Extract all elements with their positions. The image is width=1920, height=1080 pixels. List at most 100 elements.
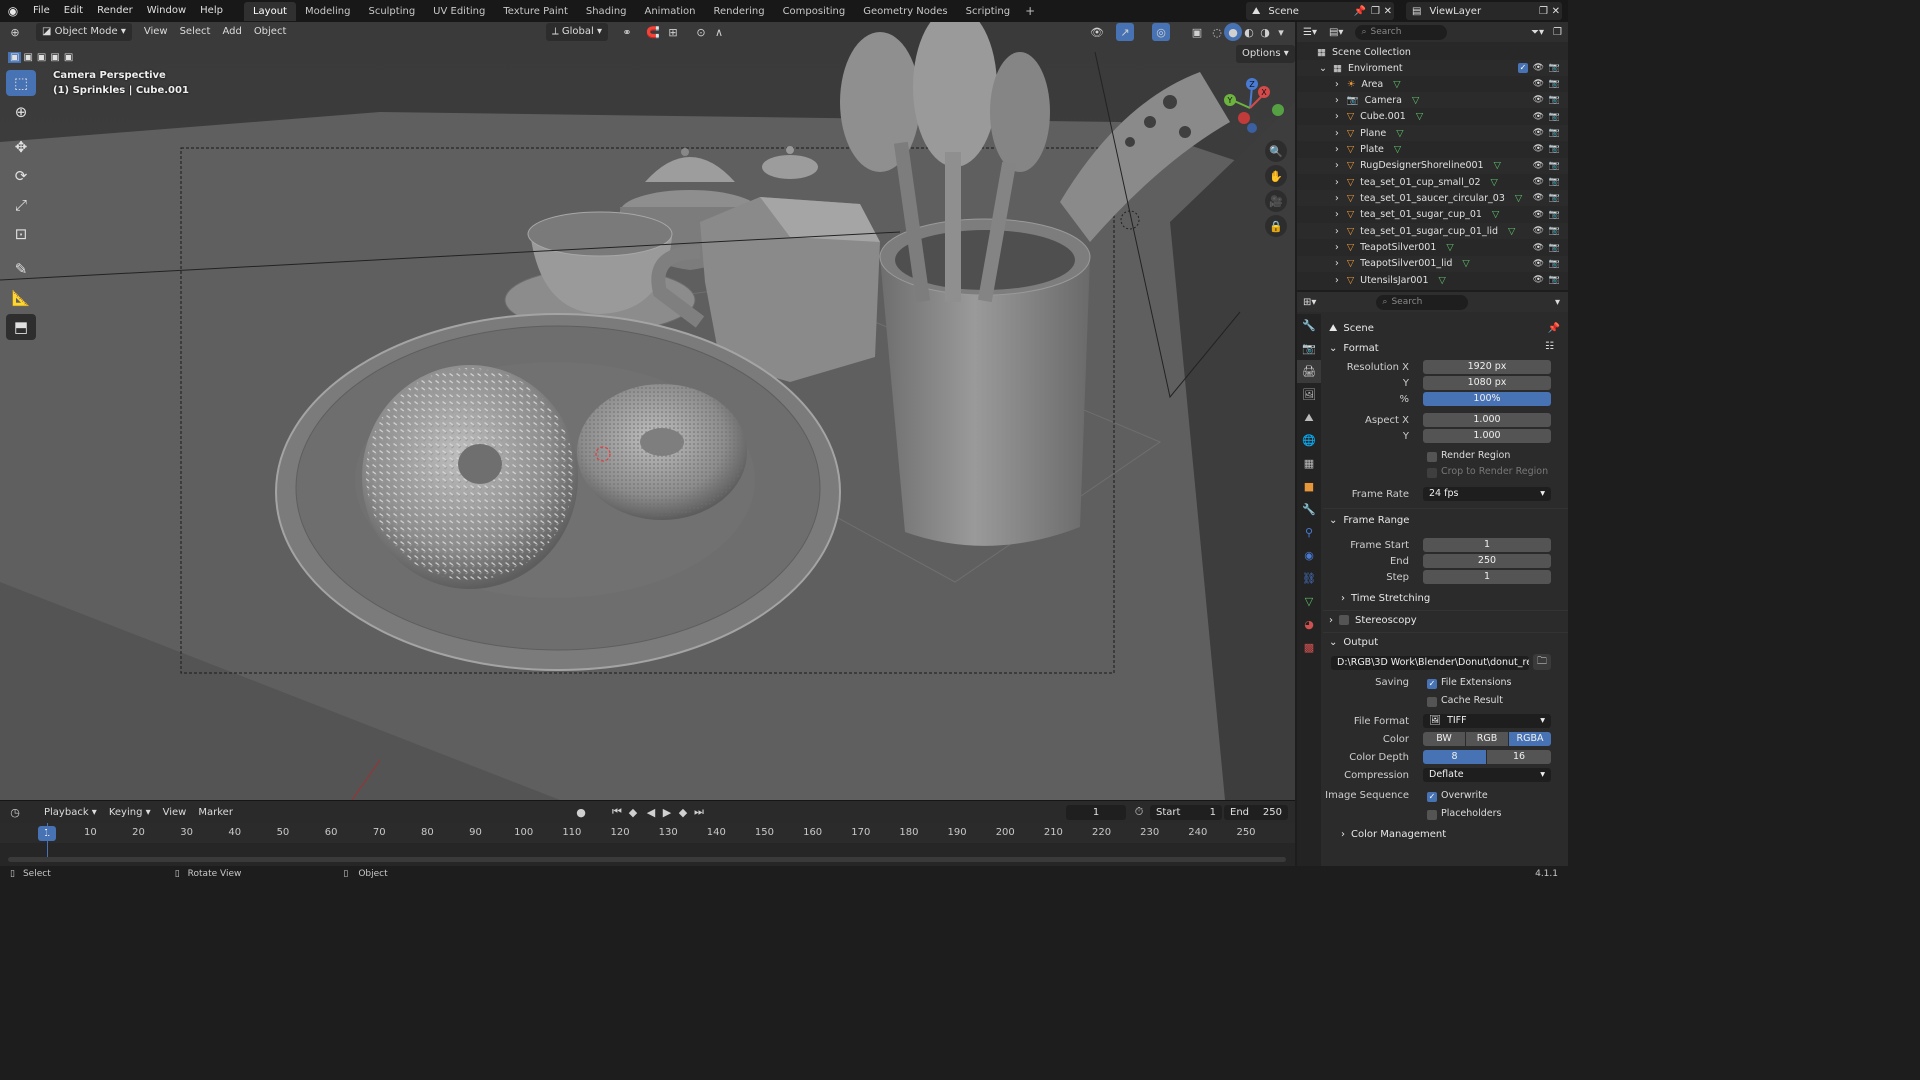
new-scene-icon[interactable]: ❐: [1371, 6, 1380, 17]
menu-window[interactable]: Window: [140, 0, 193, 22]
delete-view-layer-icon[interactable]: ✕: [1552, 6, 1560, 17]
outliner-item[interactable]: › ▽ tea_set_01_saucer_circular_03 ▽ 👁 📷: [1297, 190, 1568, 207]
scene-selector[interactable]: ⛰ Scene 📌 ❐ ✕: [1246, 2, 1394, 20]
tab-sculpting[interactable]: Sculpting: [359, 2, 424, 21]
frame-rate-dropdown[interactable]: 24 fps ▾: [1423, 487, 1551, 501]
tab-compositing[interactable]: Compositing: [774, 2, 855, 21]
move-tool-icon[interactable]: ✥: [6, 134, 36, 160]
file-extensions-checkbox[interactable]: ✓: [1427, 679, 1437, 689]
mesh-data-icon[interactable]: ▽: [1492, 209, 1499, 220]
visibility-icon[interactable]: 👁: [1088, 23, 1106, 41]
exclude-checkbox[interactable]: ✓: [1518, 63, 1528, 73]
mesh-data-icon[interactable]: ▽: [1439, 275, 1446, 286]
color-rgb-option[interactable]: RGB: [1466, 732, 1508, 746]
outliner-collection-enviroment[interactable]: ⌄ ▦ Enviroment ✓ 👁 📷: [1297, 60, 1568, 76]
constraints-tab-icon[interactable]: ⛓: [1297, 567, 1321, 590]
menu-help[interactable]: Help: [193, 0, 230, 22]
tab-geometry-nodes[interactable]: Geometry Nodes: [854, 2, 956, 21]
select-mode-buttons[interactable]: ▣ ▣ ▣ ▣ ▣: [8, 49, 86, 65]
cache-result-checkbox[interactable]: [1427, 697, 1437, 707]
camera-view-icon[interactable]: 🎥: [1265, 190, 1287, 212]
resolution-x-field[interactable]: 1920 px: [1423, 360, 1551, 374]
options-button[interactable]: Options ▾: [1236, 45, 1295, 63]
tab-layout[interactable]: Layout: [243, 1, 296, 21]
expand-chevron-icon[interactable]: ›: [1335, 111, 1339, 122]
outliner-item[interactable]: › 📷 Camera ▽ 👁 📷: [1297, 92, 1568, 109]
start-frame-field[interactable]: Start 1: [1150, 805, 1222, 820]
3d-viewport[interactable]: ⊕ ◪ Object Mode ▾ View Select Add Object…: [0, 22, 1295, 800]
eye-icon[interactable]: 👁: [1533, 79, 1544, 89]
timeline-body[interactable]: [0, 823, 1295, 867]
select-box-tool-icon[interactable]: ⬚: [6, 70, 36, 96]
eye-icon[interactable]: 👁: [1533, 275, 1544, 285]
mesh-data-icon[interactable]: ▽: [1393, 79, 1400, 90]
pin-icon[interactable]: 📌: [1354, 6, 1366, 17]
mesh-data-icon[interactable]: ▽: [1494, 160, 1501, 171]
format-panel-header[interactable]: ⌄ Format: [1329, 338, 1379, 358]
mesh-data-icon[interactable]: ▽: [1396, 128, 1403, 139]
eye-icon[interactable]: 👁: [1533, 193, 1544, 203]
annotate-tool-icon[interactable]: ✎: [6, 256, 36, 282]
expand-chevron-icon[interactable]: ›: [1335, 242, 1339, 253]
time-stretching-subpanel[interactable]: › Time Stretching: [1341, 588, 1430, 608]
expand-chevron-icon[interactable]: ›: [1335, 160, 1339, 171]
eye-icon[interactable]: 👁: [1533, 144, 1544, 154]
expand-chevron-icon[interactable]: ›: [1335, 177, 1339, 188]
eye-icon[interactable]: 👁: [1533, 243, 1544, 253]
eye-icon[interactable]: 👁: [1533, 63, 1544, 73]
compression-dropdown[interactable]: Deflate ▾: [1423, 768, 1551, 782]
timeline-menu-view[interactable]: View: [157, 807, 193, 818]
select-extend-icon[interactable]: ▣: [21, 52, 34, 63]
tab-texture-paint[interactable]: Texture Paint: [494, 2, 577, 21]
render-camera-icon[interactable]: 📷: [1549, 193, 1560, 203]
timeline-scrollbar[interactable]: [8, 857, 1286, 862]
expand-chevron-icon[interactable]: ›: [1335, 95, 1339, 106]
menu-render[interactable]: Render: [90, 0, 140, 22]
snap-target-icon[interactable]: ⊞: [664, 23, 682, 41]
material-tab-icon[interactable]: ◕: [1297, 613, 1321, 636]
outliner-item[interactable]: › ▽ TeapotSilver001_lid ▽ 👁 📷: [1297, 255, 1568, 272]
mesh-data-icon[interactable]: ▽: [1491, 177, 1498, 188]
timeline-editor[interactable]: ◷ Playback ▾ Keying ▾ View Marker ● ⏮ ◆ …: [0, 800, 1295, 867]
transform-orientation[interactable]: ⟂ Global ▾: [546, 23, 608, 41]
select-subtract-icon[interactable]: ▣: [35, 52, 48, 63]
world-tab-icon[interactable]: 🌐: [1297, 429, 1321, 452]
tab-scripting[interactable]: Scripting: [957, 2, 1019, 21]
expand-chevron-icon[interactable]: ›: [1335, 209, 1339, 220]
tab-animation[interactable]: Animation: [636, 2, 705, 21]
gizmo-toggle-icon[interactable]: ↗: [1116, 23, 1134, 41]
expand-chevron-icon[interactable]: ›: [1335, 128, 1339, 139]
file-format-dropdown[interactable]: 🖼 TIFF ▾: [1423, 714, 1551, 728]
navigation-gizmo[interactable]: Z Y X: [1222, 74, 1286, 138]
outliner-item[interactable]: › ▽ tea_set_01_cup_small_02 ▽ 👁 📷: [1297, 174, 1568, 190]
cursor-tool-icon[interactable]: ⊕: [6, 99, 36, 125]
autokey-record-icon[interactable]: ●: [572, 803, 590, 821]
physics-tab-icon[interactable]: ◉: [1297, 544, 1321, 567]
render-camera-icon[interactable]: 📷: [1549, 177, 1560, 187]
zoom-icon[interactable]: 🔍: [1265, 140, 1287, 162]
properties-editor-icon[interactable]: ⊞▾: [1303, 297, 1316, 308]
render-camera-icon[interactable]: 📷: [1549, 128, 1560, 138]
prev-keyframe-icon[interactable]: ◆: [624, 803, 642, 821]
resolution-y-field[interactable]: 1080 px: [1423, 376, 1551, 390]
render-camera-icon[interactable]: 📷: [1549, 275, 1560, 285]
eye-icon[interactable]: 👁: [1533, 210, 1544, 220]
menu-file[interactable]: File: [26, 0, 57, 22]
outliner-editor-icon[interactable]: ☰▾: [1303, 27, 1317, 38]
properties-editor[interactable]: ⊞▾ ⌕ Search ▾ 🔧 📷 🖨 🖼 ⛰ 🌐 ▦ ■ 🔧 ⚲ ◉ ⛓ ▽ ◕…: [1297, 292, 1568, 866]
current-frame-field[interactable]: 1: [1066, 805, 1126, 820]
tab-uv-editing[interactable]: UV Editing: [424, 2, 494, 21]
mesh-data-icon[interactable]: ▽: [1446, 242, 1453, 253]
render-camera-icon[interactable]: 📷: [1549, 161, 1560, 171]
lock-icon[interactable]: 🔒: [1265, 215, 1287, 237]
viewport-menu-view[interactable]: View: [138, 23, 174, 41]
mesh-data-icon[interactable]: ▽: [1416, 111, 1423, 122]
particles-tab-icon[interactable]: ⚲: [1297, 521, 1321, 544]
mode-selector[interactable]: ◪ Object Mode ▾: [36, 23, 132, 41]
menu-edit[interactable]: Edit: [57, 0, 90, 22]
render-camera-icon[interactable]: 📷: [1549, 226, 1560, 236]
outliner-item[interactable]: › ☀ Area ▽ 👁 📷: [1297, 76, 1568, 92]
crop-region-checkbox[interactable]: [1427, 468, 1437, 478]
timeline-menu-marker[interactable]: Marker: [192, 807, 239, 818]
output-path-input[interactable]: D:\RGB\3D Work\Blender\Donut\donut_rende…: [1331, 656, 1529, 670]
